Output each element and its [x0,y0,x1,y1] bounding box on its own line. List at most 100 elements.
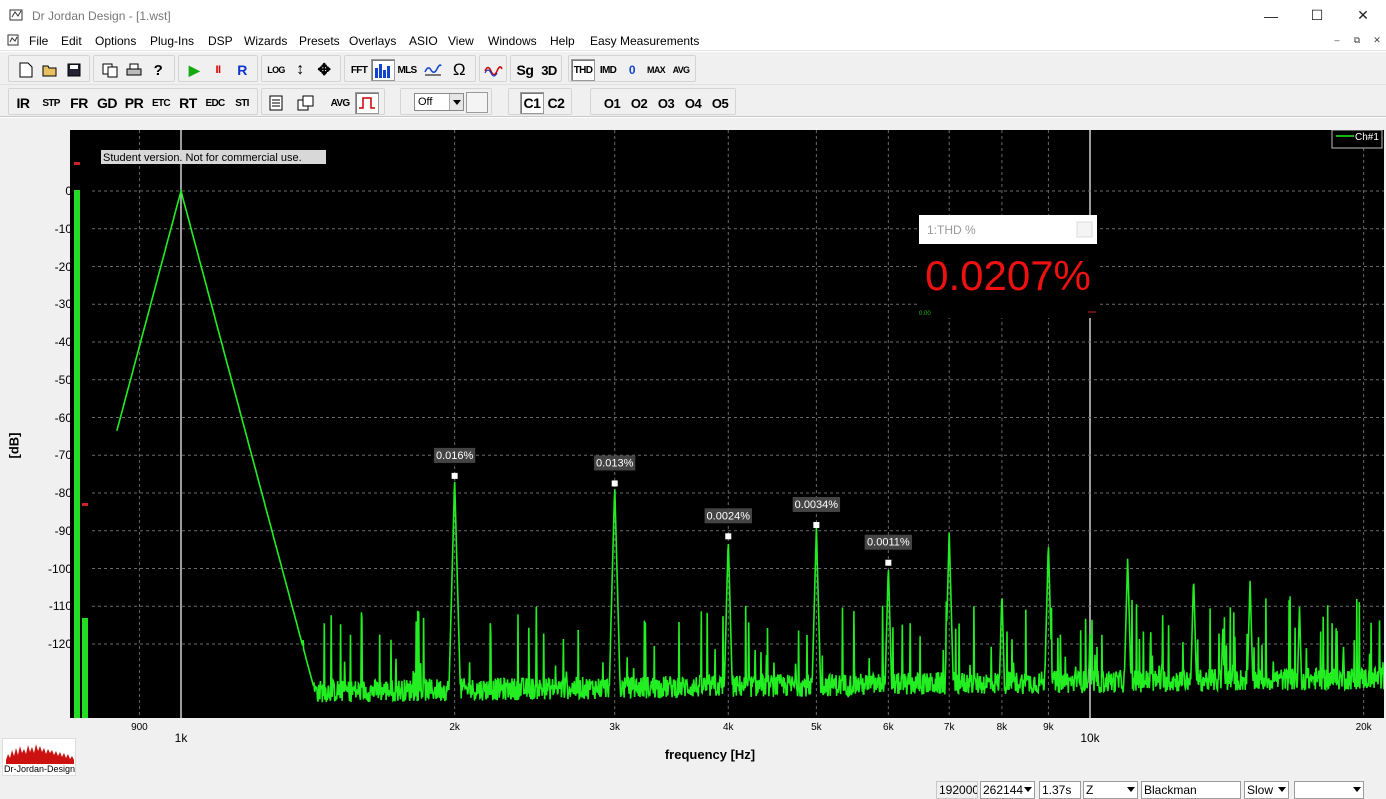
fr-button[interactable]: FR [67,92,91,114]
menu-edit[interactable]: Edit [61,34,82,48]
sample-rate-value: 192000 [939,783,978,797]
etc-button[interactable]: ETC [149,92,173,114]
menu-asio[interactable]: ASIO [409,34,438,48]
menu-file[interactable]: File [29,34,48,48]
3d-button[interactable]: 3D [537,59,561,81]
play-button[interactable]: ▶ [182,59,206,81]
speed-select[interactable]: Slow [1244,781,1289,799]
minimize-button[interactable]: — [1248,0,1294,31]
window-title: Dr Jordan Design - [1.wst] [32,9,171,23]
x-tick-label: 2k [449,722,460,733]
menu-help[interactable]: Help [550,34,575,48]
stp-button[interactable]: STP [39,92,63,114]
zero-button[interactable]: 0 [620,59,644,81]
harmonic-marker [813,521,820,528]
processing-group: AVG [261,88,385,115]
window-function-field[interactable]: Blackman [1141,781,1241,799]
weighting-select[interactable]: Z [1083,781,1138,799]
maximize-button[interactable]: ☐ [1294,0,1340,31]
x-tick-label: 8k [996,722,1008,733]
overlay-4-button[interactable]: O4 [681,92,705,114]
thd-panel[interactable]: 1:THD % 0.0207% 0.00 [919,215,1097,318]
menu-wizards[interactable]: Wizards [244,34,287,48]
extra-select[interactable] [1294,781,1364,799]
avg-button[interactable]: AVG [328,92,352,114]
windows-button[interactable] [294,92,318,114]
waveform-button[interactable] [421,59,445,81]
save-button[interactable] [62,59,86,81]
left-level-bar [74,190,80,718]
mdi-close-button[interactable]: ✕ [1370,34,1384,46]
help-button[interactable]: ? [146,59,170,81]
edc-button[interactable]: EDC [203,92,227,114]
pan-button[interactable]: ✥ [312,59,336,81]
plot-background [92,130,1384,718]
mode-group: IR STP FR GD PR ETC RT EDC STI [8,88,258,115]
average-button[interactable]: AVG [669,59,693,81]
document-icon[interactable] [7,34,21,47]
mode-select[interactable]: Off [414,93,464,111]
imd-button[interactable]: IMD [596,59,620,81]
channel-1-button[interactable]: C1 [520,92,544,114]
overlay-2-button[interactable]: O2 [627,92,651,114]
fft-button[interactable]: FFT [347,59,371,81]
overlay-1-button[interactable]: O1 [600,92,624,114]
open-file-button[interactable] [38,59,62,81]
overlay-3-button[interactable]: O3 [654,92,678,114]
mls-button[interactable]: MLS [395,59,419,81]
thd-panel-close-button[interactable] [1076,221,1093,238]
x-tick-label: 6k [883,722,894,733]
signal-generator-button[interactable] [481,59,505,81]
new-file-button[interactable] [14,59,38,81]
gate-button[interactable] [355,92,379,114]
menu-presets[interactable]: Presets [299,34,340,48]
menu-bar: File Edit Options Plug-Ins DSP Wizards P… [0,31,1386,51]
menu-plug-ins[interactable]: Plug-Ins [150,34,194,48]
clipboard-group: ? [93,55,175,82]
spectrum-button[interactable] [371,59,395,81]
pause-button[interactable]: II [206,59,230,81]
sti-button[interactable]: STI [230,92,254,114]
impedance-button[interactable]: Ω [447,59,471,81]
blank-button[interactable] [466,92,488,113]
chevron-down-icon [449,94,463,110]
properties-button[interactable] [264,92,288,114]
menu-view[interactable]: View [448,34,474,48]
menu-easy-measurements[interactable]: Easy Measurements [590,34,699,48]
thd-button[interactable]: THD [571,59,595,81]
log-scale-button[interactable]: LOG [264,59,288,81]
x-tick-label-major: 1k [174,731,188,745]
spectrum-plot[interactable]: 0.016% 0.013% 0.0024% 0.0034% 0.0011% Studen… [92,130,1384,718]
menu-options[interactable]: Options [95,34,136,48]
mdi-minimize-button[interactable]: – [1330,34,1344,46]
rt-button[interactable]: RT [176,92,200,114]
vertical-zoom-button[interactable]: ↕ [288,59,312,81]
harmonic-label-text: 0.0024% [707,510,751,522]
fft-size-select[interactable]: 262144 [980,781,1035,799]
channel-2-button[interactable]: C2 [544,92,568,114]
print-button[interactable] [122,59,146,81]
copy-icon [102,63,118,77]
max-hold-button[interactable]: MAX [644,59,668,81]
right-peak-marker [82,503,88,506]
dr-jordan-logo: Dr-Jordan-Design [2,738,76,776]
record-button[interactable]: R [230,59,254,81]
thd-small-readout: 0.00 [919,311,931,317]
new-file-icon [19,62,33,78]
harmonic-marker [725,533,732,540]
pr-button[interactable]: PR [122,92,146,114]
copy-button[interactable] [98,59,122,81]
menu-windows[interactable]: Windows [488,34,537,48]
gd-button[interactable]: GD [95,92,119,114]
y-tick-label: -30 [54,297,72,312]
close-button[interactable]: ✕ [1340,0,1386,31]
sg-button[interactable]: Sg [513,59,537,81]
ir-button[interactable]: IR [11,92,35,114]
question-icon: ? [153,61,163,79]
menu-overlays[interactable]: Overlays [349,34,396,48]
overlay-5-button[interactable]: O5 [708,92,732,114]
mdi-restore-button[interactable]: ⧉ [1350,34,1364,46]
weighting-value: Z [1086,783,1094,797]
menu-dsp[interactable]: DSP [208,34,233,48]
duration-field: 1.37s [1039,781,1081,799]
